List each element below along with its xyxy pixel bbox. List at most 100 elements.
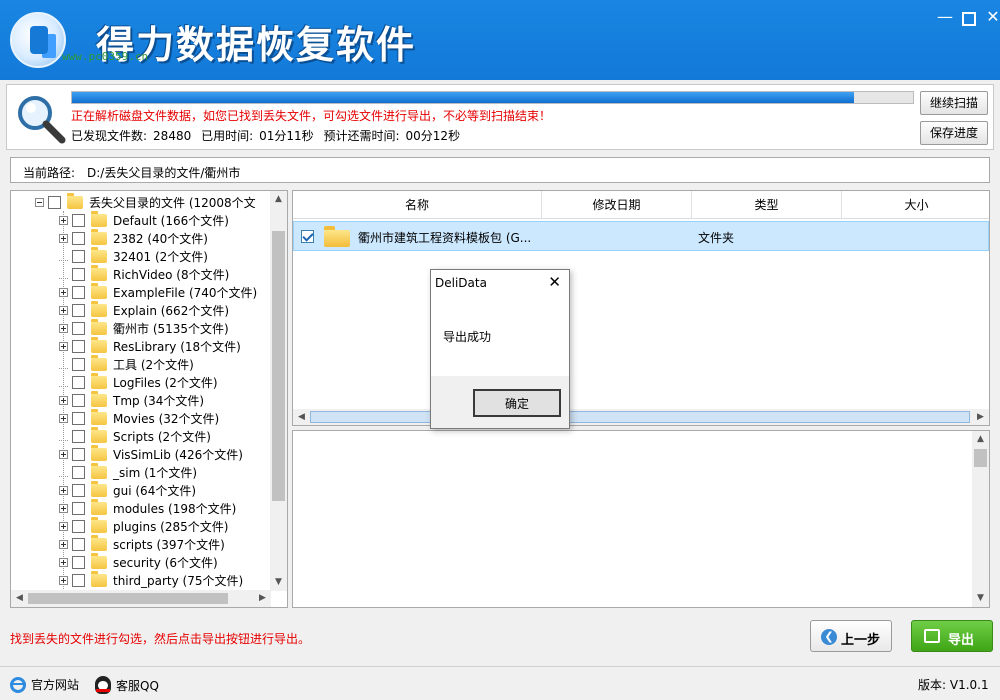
tree-scroll-thumb[interactable] xyxy=(272,231,285,501)
tree-checkbox[interactable] xyxy=(72,231,85,245)
support-qq-link[interactable]: 客服QQ xyxy=(95,676,159,694)
tree-item[interactable]: _sim (1个文件) xyxy=(59,462,197,481)
tree-checkbox[interactable] xyxy=(72,213,85,227)
tree-checkbox[interactable] xyxy=(72,537,85,551)
tree-item[interactable]: security (6个文件) xyxy=(59,552,218,571)
folder-icon xyxy=(91,282,107,299)
expand-icon[interactable] xyxy=(59,503,68,513)
tree-checkbox[interactable] xyxy=(72,393,85,407)
tree-item[interactable]: Default (166个文件) xyxy=(59,210,229,229)
tree-checkbox[interactable] xyxy=(72,429,85,443)
tree-item[interactable]: third_party (75个文件) xyxy=(59,570,243,589)
column-header-type[interactable]: 类型 xyxy=(692,191,842,219)
expand-icon[interactable] xyxy=(59,233,68,243)
tree-checkbox[interactable] xyxy=(72,339,85,353)
tree-checkbox[interactable] xyxy=(72,447,85,461)
preview-scroll-thumb[interactable] xyxy=(974,449,987,467)
expand-icon[interactable] xyxy=(59,485,68,495)
tree-item[interactable]: modules (198个文件) xyxy=(59,498,236,517)
expand-icon[interactable] xyxy=(59,323,68,333)
tree-root-node[interactable]: 丢失父目录的文件 (12008个文 xyxy=(35,192,256,211)
tree-item[interactable]: RichVideo (8个文件) xyxy=(59,264,229,283)
watermark-text: www.pc0359.cn xyxy=(62,50,149,63)
scroll-right-arrow-icon[interactable]: ▶ xyxy=(254,590,271,607)
column-header-name[interactable]: 名称 xyxy=(293,191,542,219)
scroll-up-arrow-icon[interactable]: ▲ xyxy=(270,191,287,208)
column-header-size[interactable]: 大小 xyxy=(842,191,989,219)
tree-item[interactable]: 2382 (40个文件) xyxy=(59,228,208,247)
file-list-horizontal-scrollbar[interactable]: ◀ ▶ xyxy=(293,409,989,425)
dialog-close-icon[interactable]: ✕ xyxy=(548,273,561,291)
save-progress-button[interactable]: 保存进度 xyxy=(920,121,988,145)
tree-checkbox[interactable] xyxy=(72,555,85,569)
expand-icon[interactable] xyxy=(59,215,68,225)
tree-hscroll-thumb[interactable] xyxy=(28,593,228,604)
tree-item[interactable]: 工具 (2个文件) xyxy=(59,354,194,373)
expand-icon[interactable] xyxy=(59,539,68,549)
expand-icon[interactable] xyxy=(59,449,68,459)
tree-item[interactable]: LogFiles (2个文件) xyxy=(59,372,218,391)
minimize-button[interactable]: — xyxy=(934,6,956,28)
continue-scan-button[interactable]: 继续扫描 xyxy=(920,91,988,115)
expand-icon[interactable] xyxy=(59,521,68,531)
scroll-down-arrow-icon[interactable]: ▼ xyxy=(270,574,287,591)
scan-progress-fill xyxy=(72,92,855,103)
tree-item[interactable]: Scripts (2个文件) xyxy=(59,426,211,445)
expand-icon[interactable] xyxy=(59,413,68,423)
expand-icon[interactable] xyxy=(59,575,68,585)
tree-checkbox[interactable] xyxy=(72,267,85,281)
file-list-scroll-thumb[interactable] xyxy=(310,411,970,423)
expand-icon[interactable] xyxy=(59,557,68,567)
preview-vertical-scrollbar[interactable]: ▲ ▼ xyxy=(972,431,989,607)
maximize-button[interactable] xyxy=(958,6,980,28)
close-button[interactable]: ✕ xyxy=(982,6,1000,28)
tree-checkbox[interactable] xyxy=(48,195,61,209)
tree-checkbox[interactable] xyxy=(72,249,85,263)
expand-icon[interactable] xyxy=(59,305,68,315)
tree-item[interactable]: VisSimLib (426个文件) xyxy=(59,444,243,463)
scroll-down-arrow-icon[interactable]: ▼ xyxy=(972,590,989,607)
file-checkbox[interactable] xyxy=(301,230,314,243)
version-text: 版本: V1.0.1 xyxy=(918,678,989,692)
scroll-right-arrow-icon[interactable]: ▶ xyxy=(972,409,989,425)
tree-item[interactable]: scripts (397个文件) xyxy=(59,534,225,553)
tree-checkbox[interactable] xyxy=(72,357,85,371)
file-row[interactable]: 衢州市建筑工程资料模板包 (G... 文件夹 xyxy=(293,221,989,251)
tree-checkbox[interactable] xyxy=(72,519,85,533)
tree-item-label: scripts (397个文件) xyxy=(113,537,225,552)
tree-item[interactable]: ExampleFile (740个文件) xyxy=(59,282,257,301)
tree-checkbox[interactable] xyxy=(72,303,85,317)
collapse-icon[interactable] xyxy=(35,197,44,207)
tree-item[interactable]: Movies (32个文件) xyxy=(59,408,219,427)
expand-icon[interactable] xyxy=(59,395,68,405)
scroll-left-arrow-icon[interactable]: ◀ xyxy=(11,590,28,607)
tree-horizontal-scrollbar[interactable]: ◀ ▶ xyxy=(11,590,271,607)
tree-item[interactable]: 32401 (2个文件) xyxy=(59,246,208,265)
tree-checkbox[interactable] xyxy=(72,501,85,515)
tree-checkbox[interactable] xyxy=(72,483,85,497)
official-website-label: 官方网站 xyxy=(31,678,80,692)
scroll-up-arrow-icon[interactable]: ▲ xyxy=(972,431,989,448)
tree-checkbox[interactable] xyxy=(72,285,85,299)
expand-icon[interactable] xyxy=(59,341,68,351)
expand-icon[interactable] xyxy=(59,287,68,297)
tree-item[interactable]: plugins (285个文件) xyxy=(59,516,228,535)
scroll-left-arrow-icon[interactable]: ◀ xyxy=(293,409,310,425)
tree-checkbox[interactable] xyxy=(72,573,85,587)
dialog-ok-button[interactable]: 确定 xyxy=(473,389,561,417)
previous-step-button[interactable]: ❮ 上一步 xyxy=(810,620,892,652)
column-header-date[interactable]: 修改日期 xyxy=(542,191,692,219)
tree-item[interactable]: Explain (662个文件) xyxy=(59,300,229,319)
tree-item[interactable]: Tmp (34个文件) xyxy=(59,390,204,409)
tree-checkbox[interactable] xyxy=(72,465,85,479)
tree-item[interactable]: 衢州市 (5135个文件) xyxy=(59,318,229,337)
tree-checkbox[interactable] xyxy=(72,411,85,425)
tree-connector xyxy=(59,270,68,279)
tree-vertical-scrollbar[interactable]: ▲ ▼ xyxy=(270,191,287,591)
tree-checkbox[interactable] xyxy=(72,321,85,335)
tree-checkbox[interactable] xyxy=(72,375,85,389)
tree-item[interactable]: ResLibrary (18个文件) xyxy=(59,336,241,355)
export-button[interactable]: 导出 xyxy=(911,620,993,652)
tree-item[interactable]: gui (64个文件) xyxy=(59,480,196,499)
official-website-link[interactable]: 官方网站 xyxy=(10,676,79,693)
